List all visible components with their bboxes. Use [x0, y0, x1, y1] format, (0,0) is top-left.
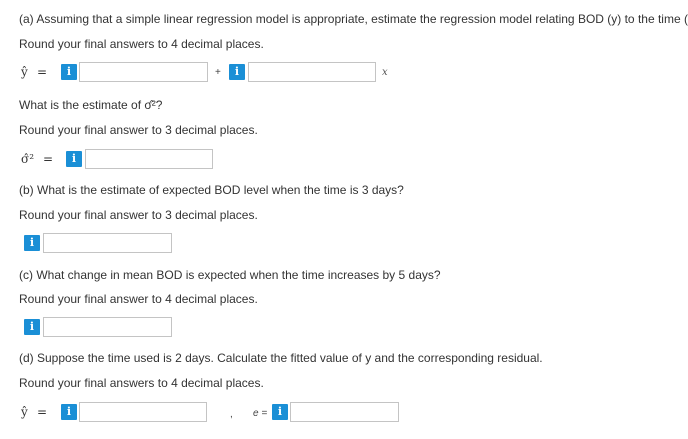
part-b-info-icon[interactable]: i	[24, 235, 40, 251]
intercept-input[interactable]	[79, 62, 208, 82]
part-b-round-note: Round your final answer to 3 decimal pla…	[19, 208, 258, 222]
residual-input[interactable]	[290, 402, 399, 422]
x-variable: x	[382, 67, 388, 78]
slope-info-icon[interactable]: i	[229, 64, 245, 80]
part-c-prompt: (c) What change in mean BOD is expected …	[19, 268, 441, 282]
slope-input[interactable]	[248, 62, 376, 82]
part-a-round-note: Round your final answers to 4 decimal pl…	[19, 37, 264, 51]
fitted-value-input[interactable]	[79, 402, 207, 422]
sigma-info-icon[interactable]: i	[66, 151, 82, 167]
equals-sign: =	[37, 405, 48, 419]
comma-separator: ,	[230, 409, 233, 420]
residual-label: e =	[253, 408, 268, 419]
sigma-round-note: Round your final answer to 3 decimal pla…	[19, 123, 258, 137]
equals-sign: =	[37, 65, 48, 79]
residual-info-icon[interactable]: i	[272, 404, 288, 420]
equals-sign: =	[43, 152, 54, 166]
plus-sign: +	[215, 67, 221, 78]
part-a-prompt: (a) Assuming that a simple linear regres…	[19, 12, 688, 26]
part-c-round-note: Round your final answer to 4 decimal pla…	[19, 292, 258, 306]
fitted-yhat-symbol: ŷ	[21, 405, 28, 419]
part-d-round-note: Round your final answers to 4 decimal pl…	[19, 376, 264, 390]
intercept-info-icon[interactable]: i	[61, 64, 77, 80]
yhat-symbol: ŷ	[21, 65, 28, 79]
sigma-symbol: σ̂²	[21, 152, 35, 166]
part-d-prompt: (d) Suppose the time used is 2 days. Cal…	[19, 351, 543, 365]
part-b-input[interactable]	[43, 233, 172, 253]
sigma-prompt: What is the estimate of σ̂²?	[19, 98, 163, 112]
part-b-prompt: (b) What is the estimate of expected BOD…	[19, 183, 404, 197]
sigma-input[interactable]	[85, 149, 213, 169]
fitted-info-icon[interactable]: i	[61, 404, 77, 420]
part-c-info-icon[interactable]: i	[24, 319, 40, 335]
part-c-input[interactable]	[43, 317, 172, 337]
